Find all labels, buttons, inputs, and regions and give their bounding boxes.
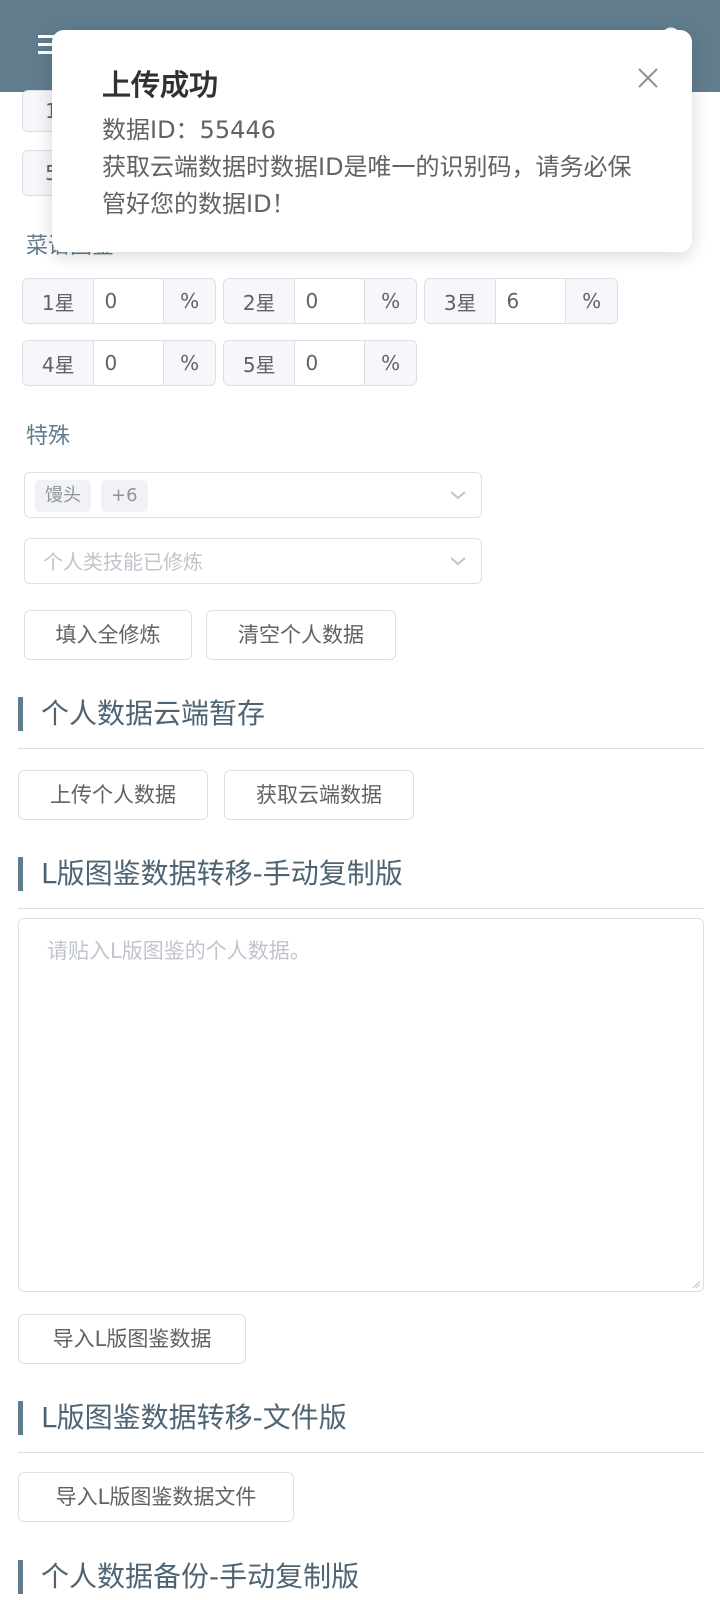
- special-more-tag: +6: [101, 480, 148, 512]
- toast-body: 数据ID：55446 获取云端数据时数据ID是唯一的识别码，请务必保管好您的数据…: [102, 112, 652, 223]
- section-title-backup: 个人数据备份-手动复制版: [18, 1560, 359, 1594]
- toast-data-id: 数据ID：55446: [102, 116, 276, 144]
- star-1-suffix: %: [163, 279, 215, 323]
- resize-handle-icon[interactable]: [691, 1279, 701, 1289]
- section-title-cloud: 个人数据云端暂存: [18, 697, 265, 731]
- textarea-placeholder: 请贴入L版图鉴的个人数据。: [47, 939, 311, 963]
- close-icon[interactable]: [636, 66, 660, 90]
- star-4-suffix: %: [163, 341, 215, 385]
- star-3-value[interactable]: 6: [496, 279, 565, 323]
- chevron-down-icon: [450, 557, 466, 566]
- star-5-prefix: 5星: [224, 341, 296, 385]
- special-label: 特殊: [26, 424, 71, 449]
- star-4-prefix: 4星: [23, 341, 95, 385]
- skill-select[interactable]: 个人类技能已修炼: [24, 538, 482, 584]
- star-2-value[interactable]: 0: [295, 279, 364, 323]
- upload-success-toast: 上传成功 数据ID：55446 获取云端数据时数据ID是唯一的识别码，请务必保管…: [52, 30, 692, 252]
- fill-all-button[interactable]: 填入全修炼: [24, 610, 192, 660]
- section-title-l-manual: L版图鉴数据转移-手动复制版: [18, 857, 403, 891]
- toast-title: 上传成功: [102, 68, 219, 102]
- star-1-prefix: 1星: [23, 279, 95, 323]
- star-3-input[interactable]: 3星 6 %: [424, 278, 618, 324]
- star-4-value[interactable]: 0: [94, 341, 163, 385]
- divider: [18, 1452, 704, 1453]
- import-l-file-button[interactable]: 导入L版图鉴数据文件: [18, 1472, 294, 1522]
- star-2-prefix: 2星: [224, 279, 296, 323]
- toast-message: 获取云端数据时数据ID是唯一的识别码，请务必保管好您的数据ID！: [102, 153, 632, 218]
- star-5-value[interactable]: 0: [295, 341, 364, 385]
- skill-select-placeholder: 个人类技能已修炼: [43, 550, 203, 574]
- chevron-down-icon: [450, 491, 466, 500]
- star-2-suffix: %: [364, 279, 416, 323]
- star-1-value[interactable]: 0: [94, 279, 163, 323]
- star-5-suffix: %: [364, 341, 416, 385]
- fetch-cloud-button[interactable]: 获取云端数据: [224, 770, 414, 820]
- star-3-prefix: 3星: [425, 279, 497, 323]
- star-3-suffix: %: [565, 279, 617, 323]
- l-data-textarea[interactable]: 请贴入L版图鉴的个人数据。: [18, 918, 704, 1292]
- upload-personal-button[interactable]: 上传个人数据: [18, 770, 208, 820]
- star-1-input[interactable]: 1星 0 %: [22, 278, 216, 324]
- special-tag: 馒头: [35, 480, 91, 512]
- import-l-data-button[interactable]: 导入L版图鉴数据: [18, 1314, 246, 1364]
- star-2-input[interactable]: 2星 0 %: [223, 278, 417, 324]
- divider: [18, 748, 704, 749]
- star-5-input[interactable]: 5星 0 %: [223, 340, 417, 386]
- section-title-l-file: L版图鉴数据转移-文件版: [18, 1401, 347, 1435]
- divider: [18, 908, 704, 909]
- special-select[interactable]: 馒头 +6: [24, 472, 482, 518]
- clear-personal-button[interactable]: 清空个人数据: [206, 610, 396, 660]
- star-4-input[interactable]: 4星 0 %: [22, 340, 216, 386]
